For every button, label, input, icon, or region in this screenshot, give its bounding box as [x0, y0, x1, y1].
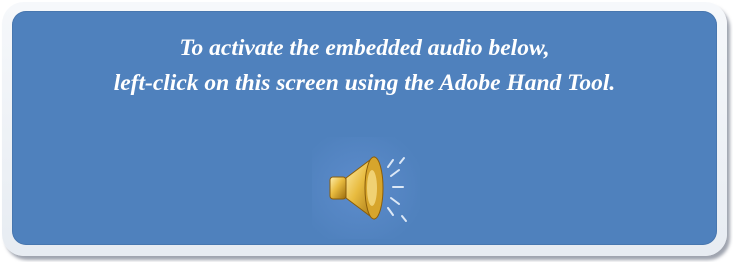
- speaker-icon: [312, 137, 420, 239]
- instruction-line-2: left-click on this screen using the Adob…: [113, 70, 616, 96]
- notice-frame: To activate the embedded audio below, le…: [2, 2, 727, 256]
- audio-notice-panel[interactable]: To activate the embedded audio below, le…: [12, 11, 717, 245]
- instruction-line-1: To activate the embedded audio below,: [179, 35, 550, 61]
- embedded-audio-button[interactable]: [312, 137, 420, 239]
- instruction-text: To activate the embedded audio below, le…: [12, 31, 717, 101]
